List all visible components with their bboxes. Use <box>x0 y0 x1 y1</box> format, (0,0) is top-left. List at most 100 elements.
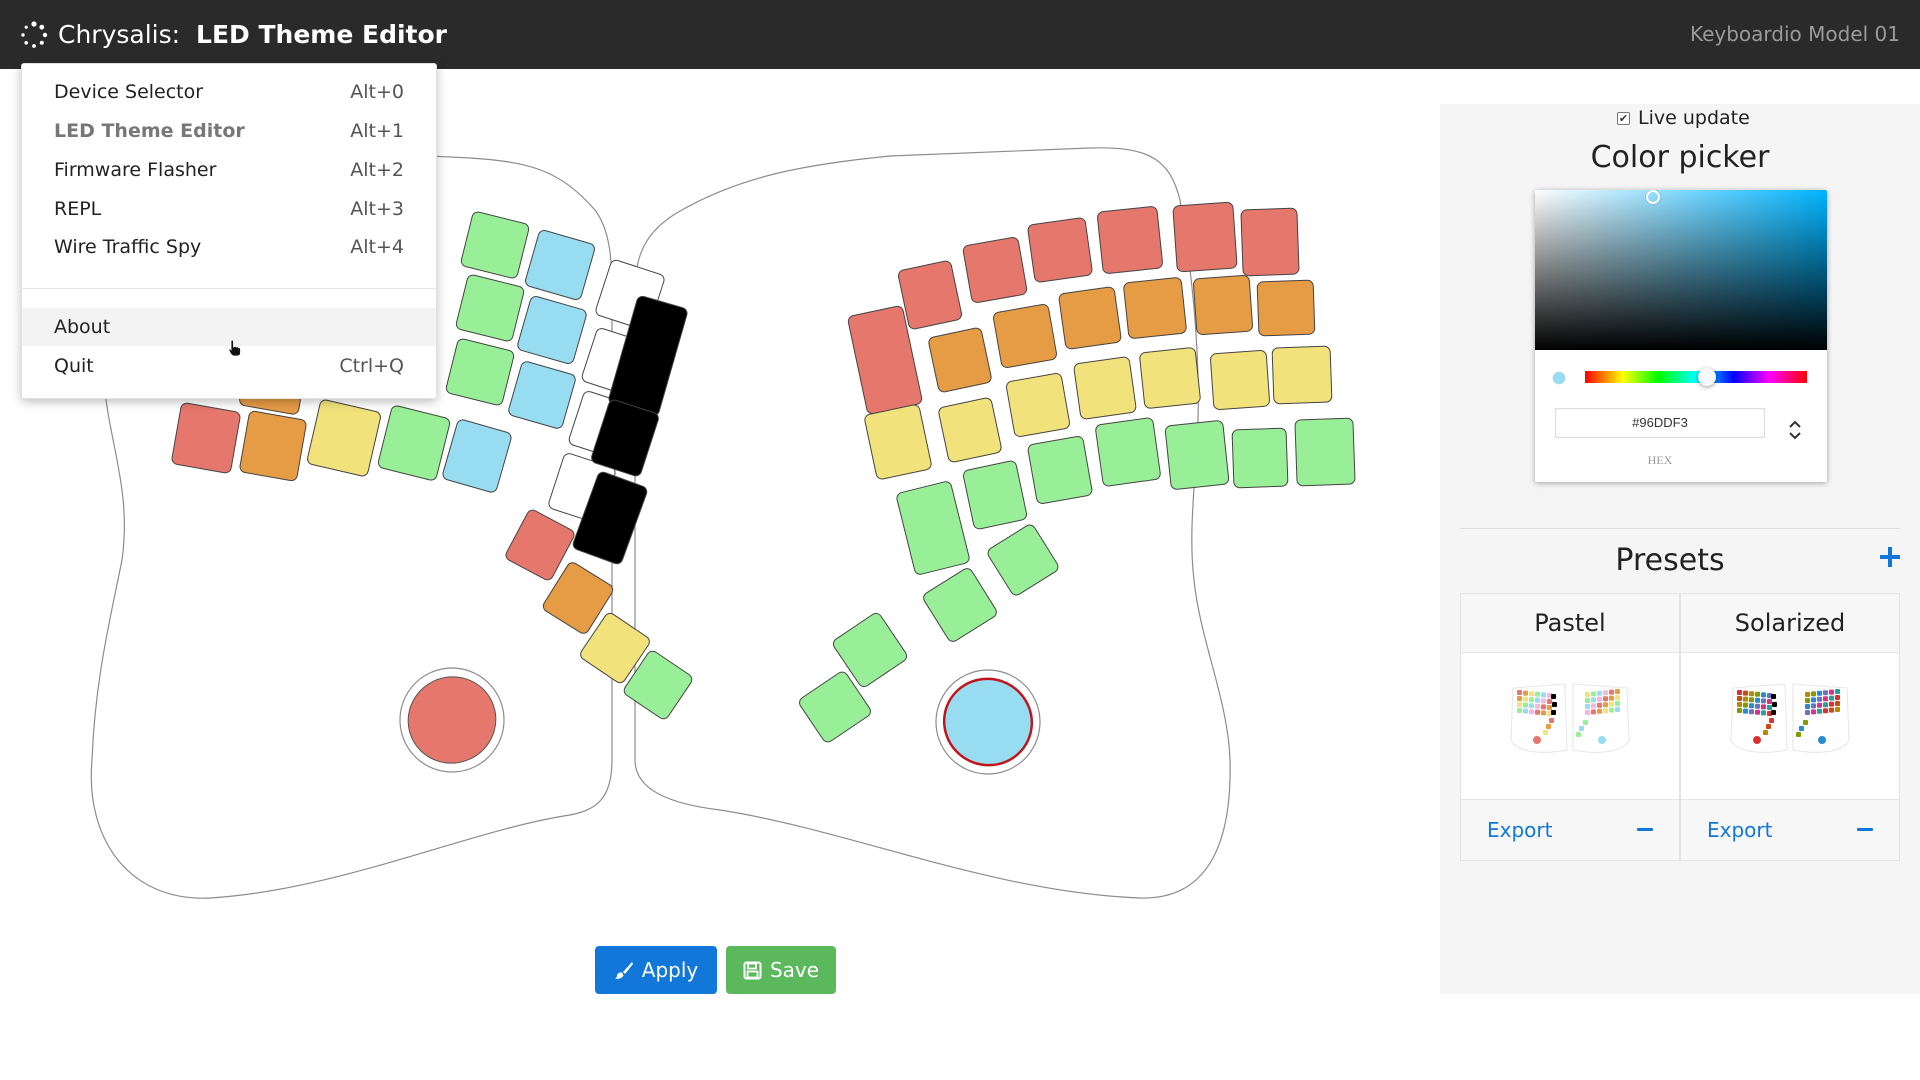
led-key-right[interactable] <box>1027 436 1093 505</box>
preview-key <box>1772 702 1777 707</box>
preset-preview[interactable] <box>1727 680 1853 756</box>
preset-preview[interactable] <box>1507 680 1633 756</box>
saturation-area[interactable] <box>1535 190 1827 350</box>
preview-key <box>1523 702 1528 708</box>
hex-input[interactable]: #96DDF3 <box>1555 408 1765 438</box>
preview-key <box>1755 703 1760 709</box>
app-window: Chrysalis: LED Theme Editor Keyboardio M… <box>0 0 1920 1080</box>
export-link[interactable]: Export <box>1487 800 1552 861</box>
add-preset-icon[interactable] <box>1879 546 1901 568</box>
preview-key <box>1755 709 1760 715</box>
menu-item-repl[interactable]: REPL Alt+3 <box>22 190 436 228</box>
led-key-right[interactable] <box>1027 217 1093 283</box>
led-key-left[interactable] <box>239 410 307 482</box>
remove-preset-icon[interactable] <box>1857 824 1873 836</box>
led-key-right[interactable] <box>1139 347 1201 409</box>
led-key-right[interactable] <box>1058 286 1122 350</box>
led-key-right[interactable] <box>1193 275 1253 335</box>
apply-button[interactable]: Apply <box>595 946 717 994</box>
led-key-right[interactable] <box>1210 350 1270 410</box>
preview-key <box>1603 708 1608 714</box>
led-key-left[interactable] <box>171 402 241 474</box>
format-toggle-icon[interactable] <box>1787 416 1803 444</box>
preview-key <box>1829 695 1834 701</box>
page-title: LED Theme Editor <box>196 20 447 49</box>
preview-key <box>1743 690 1748 696</box>
hue-handle[interactable] <box>1698 368 1716 386</box>
preview-key <box>1597 702 1602 708</box>
preview-key <box>1743 708 1748 714</box>
preview-key <box>1535 691 1540 697</box>
preview-key <box>1615 695 1620 700</box>
menu-toggle[interactable]: Chrysalis: LED Theme Editor <box>20 0 447 69</box>
color-picker: #96DDF3 HEX <box>1535 190 1827 482</box>
led-key-right[interactable] <box>1172 201 1238 273</box>
live-update-toggle[interactable]: ✔ Live update <box>1617 106 1750 130</box>
preview-key <box>1535 703 1540 709</box>
preview-key <box>1749 703 1754 709</box>
preview-palm-key <box>1818 736 1826 744</box>
led-key-right[interactable] <box>1123 277 1187 339</box>
apply-label: Apply <box>641 958 699 982</box>
preview-key <box>1541 704 1546 710</box>
preview-key <box>1803 720 1808 725</box>
save-label: Save <box>769 958 820 982</box>
export-link[interactable]: Export <box>1707 800 1772 861</box>
led-key-right[interactable] <box>1073 356 1137 420</box>
preview-key <box>1749 697 1754 703</box>
menu-item-led-theme-editor[interactable]: LED Theme Editor Alt+1 <box>22 112 436 150</box>
menu-item-wire-traffic-spy[interactable]: Wire Traffic Spy Alt+4 <box>22 228 436 266</box>
app-menu: Device Selector Alt+0 LED Theme Editor A… <box>21 63 437 399</box>
led-key-right[interactable] <box>1095 417 1161 487</box>
led-key-right[interactable] <box>938 397 1002 463</box>
preview-key <box>1547 705 1552 710</box>
preview-key <box>1829 689 1834 695</box>
led-key-right[interactable] <box>1240 207 1300 277</box>
preview-key <box>1811 703 1816 709</box>
led-key-right[interactable] <box>1271 345 1333 405</box>
saturation-handle[interactable] <box>1646 190 1660 204</box>
header-bar: Chrysalis: LED Theme Editor Keyboardio M… <box>0 0 1920 69</box>
hex-format-label: HEX <box>1647 453 1673 467</box>
led-key-right[interactable] <box>1256 279 1316 337</box>
preview-key <box>1761 710 1766 716</box>
preview-key <box>1551 710 1556 715</box>
hue-slider[interactable] <box>1585 371 1807 383</box>
preview-key <box>1546 724 1551 729</box>
preview-key <box>1615 707 1620 712</box>
remove-preset-icon[interactable] <box>1637 824 1653 836</box>
led-key-right[interactable] <box>1097 206 1163 274</box>
preview-key <box>1529 703 1534 709</box>
led-key-right[interactable] <box>1294 417 1356 487</box>
preview-key <box>1767 699 1772 704</box>
preview-key <box>1549 718 1554 723</box>
preview-key <box>1769 718 1774 723</box>
save-button[interactable]: Save <box>726 946 836 994</box>
preview-key <box>1523 708 1528 714</box>
led-key-right[interactable] <box>962 460 1028 530</box>
preview-key <box>1835 695 1840 700</box>
save-icon <box>743 961 762 979</box>
led-key-right[interactable] <box>928 327 992 393</box>
preview-key <box>1761 698 1766 704</box>
led-key-right[interactable] <box>1231 427 1289 489</box>
preview-key <box>1771 694 1776 699</box>
preview-key <box>1609 701 1614 707</box>
menu-item-device-selector[interactable]: Device Selector Alt+0 <box>22 73 436 111</box>
led-key-right[interactable] <box>993 304 1058 369</box>
led-key-right[interactable] <box>1006 373 1071 438</box>
preview-key <box>1767 705 1772 710</box>
led-key-right[interactable] <box>897 260 963 330</box>
preview-key <box>1541 698 1546 704</box>
menu-item-firmware-flasher[interactable]: Firmware Flasher Alt+2 <box>22 151 436 189</box>
preview-key <box>1805 698 1810 703</box>
live-update-checkbox[interactable]: ✔ <box>1617 111 1630 125</box>
preview-key <box>1799 726 1804 731</box>
preview-key <box>1552 702 1557 707</box>
preview-key <box>1529 691 1534 697</box>
led-key-right[interactable] <box>1164 420 1230 490</box>
led-key-right[interactable] <box>962 237 1028 304</box>
preview-key <box>1817 708 1822 714</box>
device-name: Keyboardio Model 01 <box>1689 22 1900 46</box>
preview-key <box>1811 709 1816 715</box>
